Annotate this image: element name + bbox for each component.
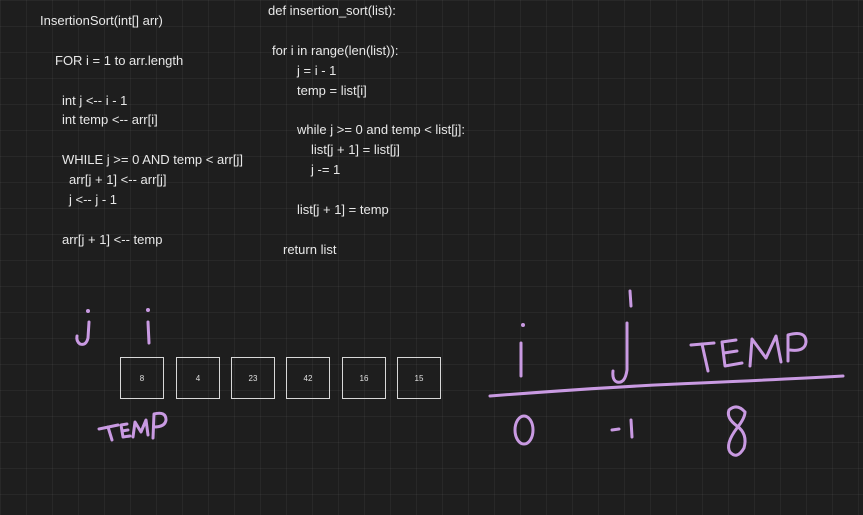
handwritten-header-j xyxy=(611,289,633,384)
handwritten-header-temp xyxy=(689,332,808,373)
handwritten-temp-label xyxy=(97,411,168,442)
handwritten-value-0 xyxy=(513,414,535,446)
handwriting-layer xyxy=(75,289,845,457)
handwritten-j-pointer xyxy=(75,309,91,346)
handwritten-table-rule xyxy=(488,374,845,398)
handwritten-header-i xyxy=(519,323,525,378)
handwritten-i-pointer xyxy=(146,308,151,345)
handwritten-value-neg1 xyxy=(610,418,634,439)
handwritten-value-8 xyxy=(726,405,747,457)
